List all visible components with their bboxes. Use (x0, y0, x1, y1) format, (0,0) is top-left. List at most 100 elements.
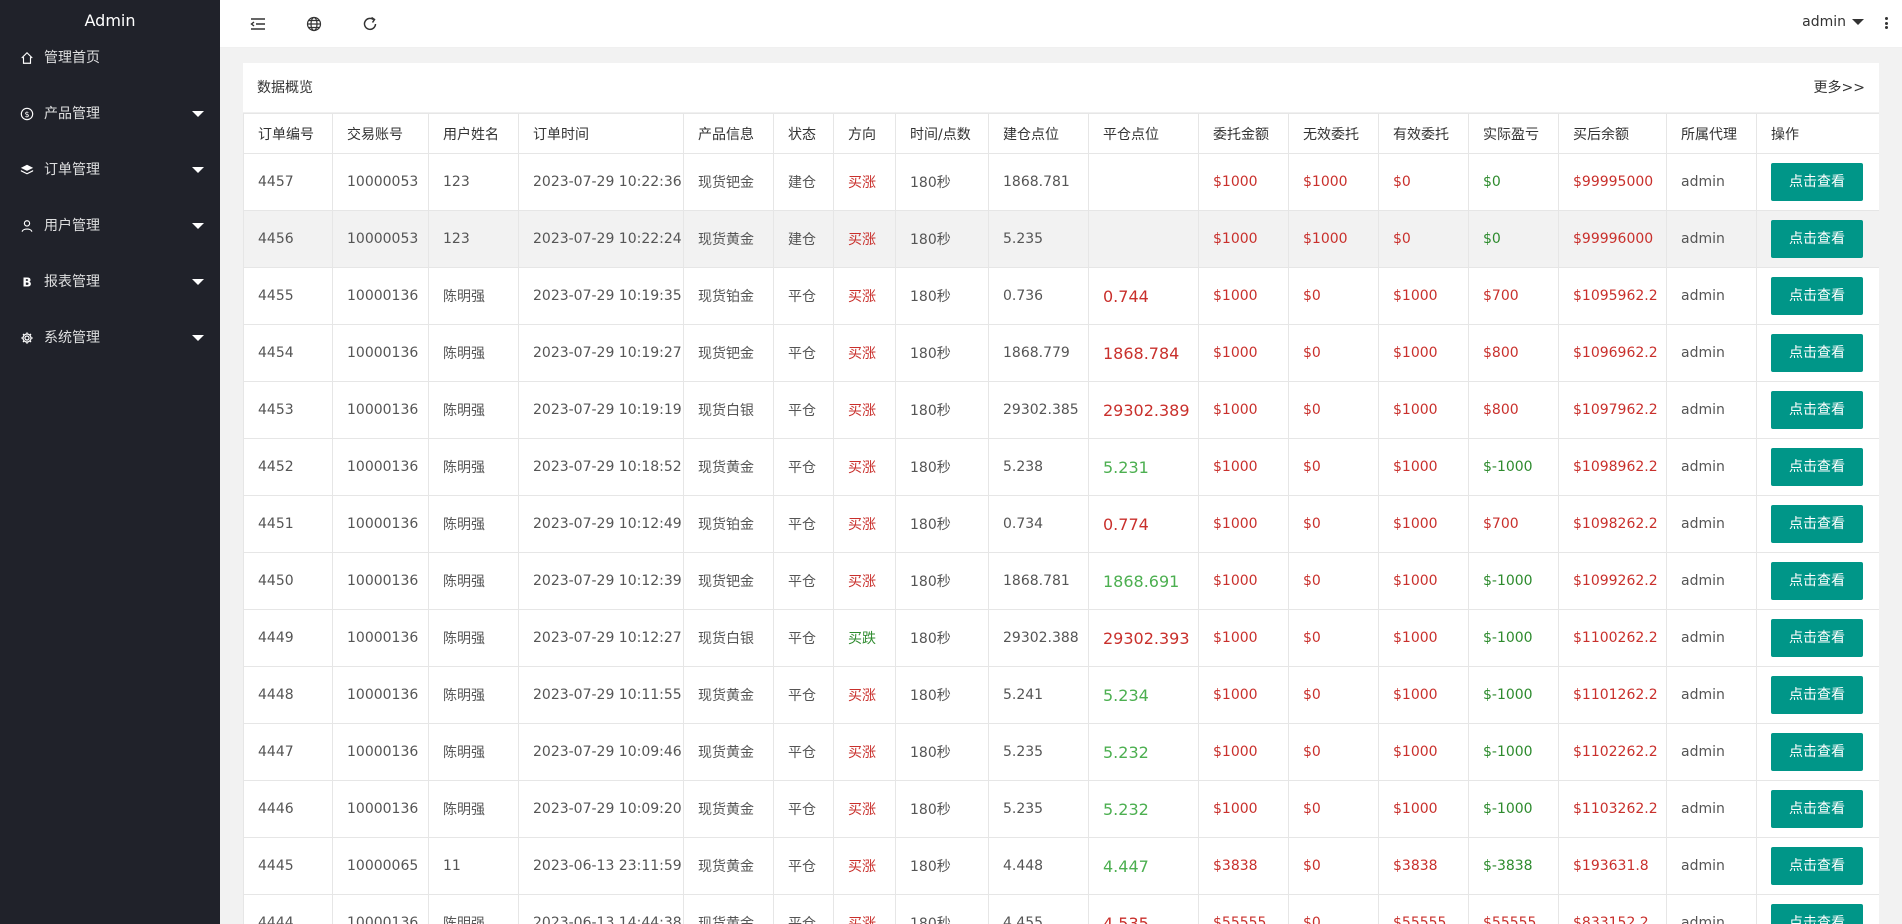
view-detail-button[interactable]: 点击查看 (1771, 163, 1863, 201)
table-cell (1088, 210, 1199, 268)
table-cell: $1000 (1198, 723, 1289, 781)
table-cell: 5.238 (988, 438, 1089, 496)
table-cell: 180秒 (895, 552, 989, 610)
table-cell: 陈明强 (428, 723, 519, 781)
view-detail-button[interactable]: 点击查看 (1771, 334, 1863, 372)
table-cell: 123 (428, 153, 519, 211)
table-cell: $700 (1468, 495, 1559, 553)
table-cell: $1000 (1198, 495, 1289, 553)
sidebar-item-label: 报表管理 (44, 274, 100, 290)
table-cell: 4448 (243, 666, 333, 724)
table-cell: 2023-06-13 14:44:38 (518, 894, 684, 924)
column-header: 建仓点位 (988, 113, 1089, 154)
view-detail-button[interactable]: 点击查看 (1771, 277, 1863, 315)
view-detail-button[interactable]: 点击查看 (1771, 619, 1863, 657)
user-menu[interactable]: admin (1802, 0, 1864, 44)
table-cell: 10000136 (332, 552, 429, 610)
globe-icon[interactable] (304, 14, 324, 34)
table-cell: $1000 (1198, 666, 1289, 724)
table-cell: 10000136 (332, 666, 429, 724)
table-cell: admin (1666, 552, 1757, 610)
more-vertical-icon[interactable] (1880, 14, 1892, 32)
table-cell: 现货黄金 (683, 210, 774, 268)
table-cell: $800 (1468, 381, 1559, 439)
app-logo: Admin (84, 11, 136, 30)
table-cell: 买涨 (833, 267, 896, 325)
table-cell: admin (1666, 267, 1757, 325)
more-link[interactable]: 更多>> (1814, 63, 1865, 113)
table-cell: 0.744 (1088, 267, 1199, 325)
view-detail-button[interactable]: 点击查看 (1771, 847, 1863, 885)
column-header: 交易账号 (332, 113, 429, 154)
table-row: 4444 10000136 陈明强 2023-06-13 14:44:38 现货黄金 平仓… (243, 894, 1879, 924)
table-cell: 2023-07-29 10:09:46 (518, 723, 684, 781)
table-cell: 平仓 (773, 780, 834, 838)
table-cell: $1000 (1378, 381, 1469, 439)
sidebar-item-home[interactable]: 管理首页 (0, 42, 220, 74)
view-detail-button[interactable]: 点击查看 (1771, 904, 1863, 924)
table-cell: 180秒 (895, 324, 989, 382)
table-cell: 1868.779 (988, 324, 1089, 382)
table-row: 4454 10000136 陈明强 2023-07-29 10:19:27 现货钯金 平仓… (243, 324, 1879, 382)
column-header: 订单编号 (243, 113, 333, 154)
table-cell: 5.235 (988, 780, 1089, 838)
sidebar-item-system[interactable]: 系统管理 (0, 310, 220, 366)
sidebar-nav: 管理首页 $ 产品管理 订单管理 用户管理 B 报表管理 系统管理 (0, 42, 220, 366)
view-detail-button[interactable]: 点击查看 (1771, 790, 1863, 828)
table-cell: 买涨 (833, 381, 896, 439)
table-cell: 4446 (243, 780, 333, 838)
table-cell: 180秒 (895, 723, 989, 781)
sidebar-item-users[interactable]: 用户管理 (0, 198, 220, 254)
table-cell: $55555 (1198, 894, 1289, 924)
table-cell: 180秒 (895, 381, 989, 439)
table-cell: $1000 (1198, 381, 1289, 439)
table-cell: 陈明强 (428, 894, 519, 924)
layers-icon (20, 163, 34, 177)
view-detail-button[interactable]: 点击查看 (1771, 220, 1863, 258)
table-cell: 买涨 (833, 153, 896, 211)
sidebar-item-orders[interactable]: 订单管理 (0, 142, 220, 198)
table-cell: $1102262.2 (1558, 723, 1667, 781)
table-cell: 陈明强 (428, 324, 519, 382)
column-header: 时间/点数 (895, 113, 989, 154)
table-cell: 4445 (243, 837, 333, 895)
view-detail-button[interactable]: 点击查看 (1771, 391, 1863, 429)
chevron-down-icon (192, 279, 204, 285)
table-cell: 10000065 (332, 837, 429, 895)
table-cell: $800 (1468, 324, 1559, 382)
table-cell: $0 (1378, 210, 1469, 268)
table-cell: 4447 (243, 723, 333, 781)
home-icon (20, 51, 34, 65)
view-detail-button[interactable]: 点击查看 (1771, 448, 1863, 486)
table-cell: 平仓 (773, 381, 834, 439)
column-header: 状态 (773, 113, 834, 154)
table-cell: 2023-07-29 10:19:35 (518, 267, 684, 325)
table-cell: 现货黄金 (683, 438, 774, 496)
action-cell: 点击查看 (1756, 837, 1879, 895)
gear-icon (20, 331, 34, 345)
table-header-row: 订单编号 交易账号 用户姓名 订单时间 产品信息 状态 方向 时间/点数 建仓点位 平仓点位 委托金… (243, 113, 1879, 154)
table-row: 4450 10000136 陈明强 2023-07-29 10:12:39 现货钯金 平仓… (243, 552, 1879, 610)
table-cell: 陈明强 (428, 438, 519, 496)
table-cell: $1099262.2 (1558, 552, 1667, 610)
view-detail-button[interactable]: 点击查看 (1771, 676, 1863, 714)
user-icon (20, 219, 34, 233)
menu-fold-icon[interactable] (248, 14, 268, 34)
bold-b-icon: B (20, 275, 34, 289)
table-cell: 10000136 (332, 381, 429, 439)
column-header: 买后余额 (1558, 113, 1667, 154)
table-cell: 4.455 (988, 894, 1089, 924)
refresh-icon[interactable] (360, 14, 380, 34)
view-detail-button[interactable]: 点击查看 (1771, 505, 1863, 543)
table-cell: 180秒 (895, 609, 989, 667)
sidebar-item-reports[interactable]: B 报表管理 (0, 254, 220, 310)
table-cell: $1000 (1378, 780, 1469, 838)
view-detail-button[interactable]: 点击查看 (1771, 562, 1863, 600)
table-cell: 4.535 (1088, 894, 1199, 924)
table-cell: $1101262.2 (1558, 666, 1667, 724)
table-cell: $0 (1288, 267, 1379, 325)
sidebar-item-products[interactable]: $ 产品管理 (0, 86, 220, 142)
view-detail-button[interactable]: 点击查看 (1771, 733, 1863, 771)
chevron-down-icon (192, 167, 204, 173)
table-cell: 买涨 (833, 666, 896, 724)
